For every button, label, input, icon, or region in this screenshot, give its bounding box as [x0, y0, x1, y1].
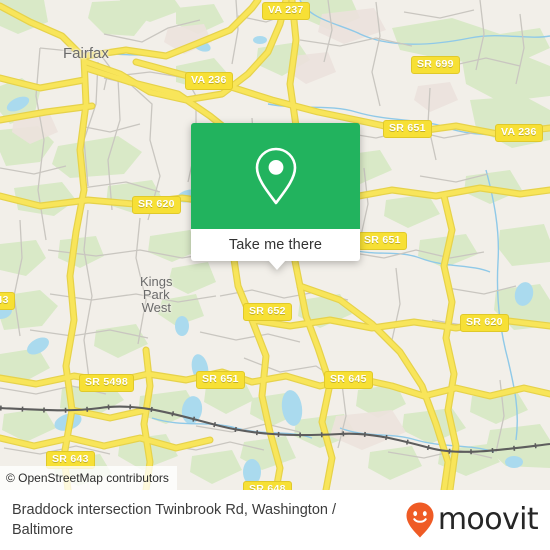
road-shield-va-236-east[interactable]: VA 236 — [495, 124, 543, 142]
road-shield-sr-5498[interactable]: SR 5498 — [79, 374, 134, 392]
road-shield-sr-651-north[interactable]: SR 651 — [383, 120, 432, 138]
road-shield-sr-648-bottom[interactable]: SR 648 — [243, 481, 292, 490]
popup-header — [191, 123, 360, 229]
road-shield-sr-643-edge[interactable]: SR 643 — [0, 292, 15, 310]
road-shield-sr-620-west[interactable]: SR 620 — [132, 196, 181, 214]
moovit-smiley-pin-icon — [406, 502, 434, 538]
location-title: Braddock intersection Twinbrook Rd, Wash… — [12, 502, 336, 538]
road-shield-va-236-west[interactable]: VA 236 — [185, 72, 233, 90]
moovit-logo[interactable]: moovit — [405, 501, 550, 539]
popup-tail-pointer — [268, 260, 286, 270]
road-shield-sr-651-south[interactable]: SR 651 — [196, 371, 245, 389]
popup-action-bar[interactable]: Take me there — [191, 229, 360, 270]
take-me-there-label: Take me there — [228, 237, 323, 253]
bottom-info-bar: Braddock intersection Twinbrook Rd, Wash… — [0, 490, 550, 550]
place-label-kings-park-west: Kings Park West — [140, 274, 173, 315]
map-canvas[interactable]: Fairfax Kings Park West VA 237 SR 699 VA… — [0, 0, 550, 490]
road-shield-sr-645[interactable]: SR 645 — [324, 371, 373, 389]
road-shield-sr-652[interactable]: SR 652 — [243, 303, 292, 321]
moovit-wordmark: moovit — [437, 502, 539, 537]
road-shield-sr-620-east[interactable]: SR 620 — [460, 314, 509, 332]
road-shield-va-237[interactable]: VA 237 — [262, 2, 310, 20]
map-pin-icon — [255, 147, 296, 205]
road-shield-sr-699[interactable]: SR 699 — [411, 56, 460, 74]
location-popup-card[interactable]: Take me there — [191, 123, 360, 270]
osm-attribution[interactable]: © OpenStreetMap contributors — [0, 466, 177, 490]
map-screen: Fairfax Kings Park West VA 237 SR 699 VA… — [0, 0, 550, 550]
road-shield-sr-651-behind-popup[interactable]: SR 651 — [358, 232, 407, 250]
place-label-fairfax: Fairfax — [63, 45, 109, 62]
